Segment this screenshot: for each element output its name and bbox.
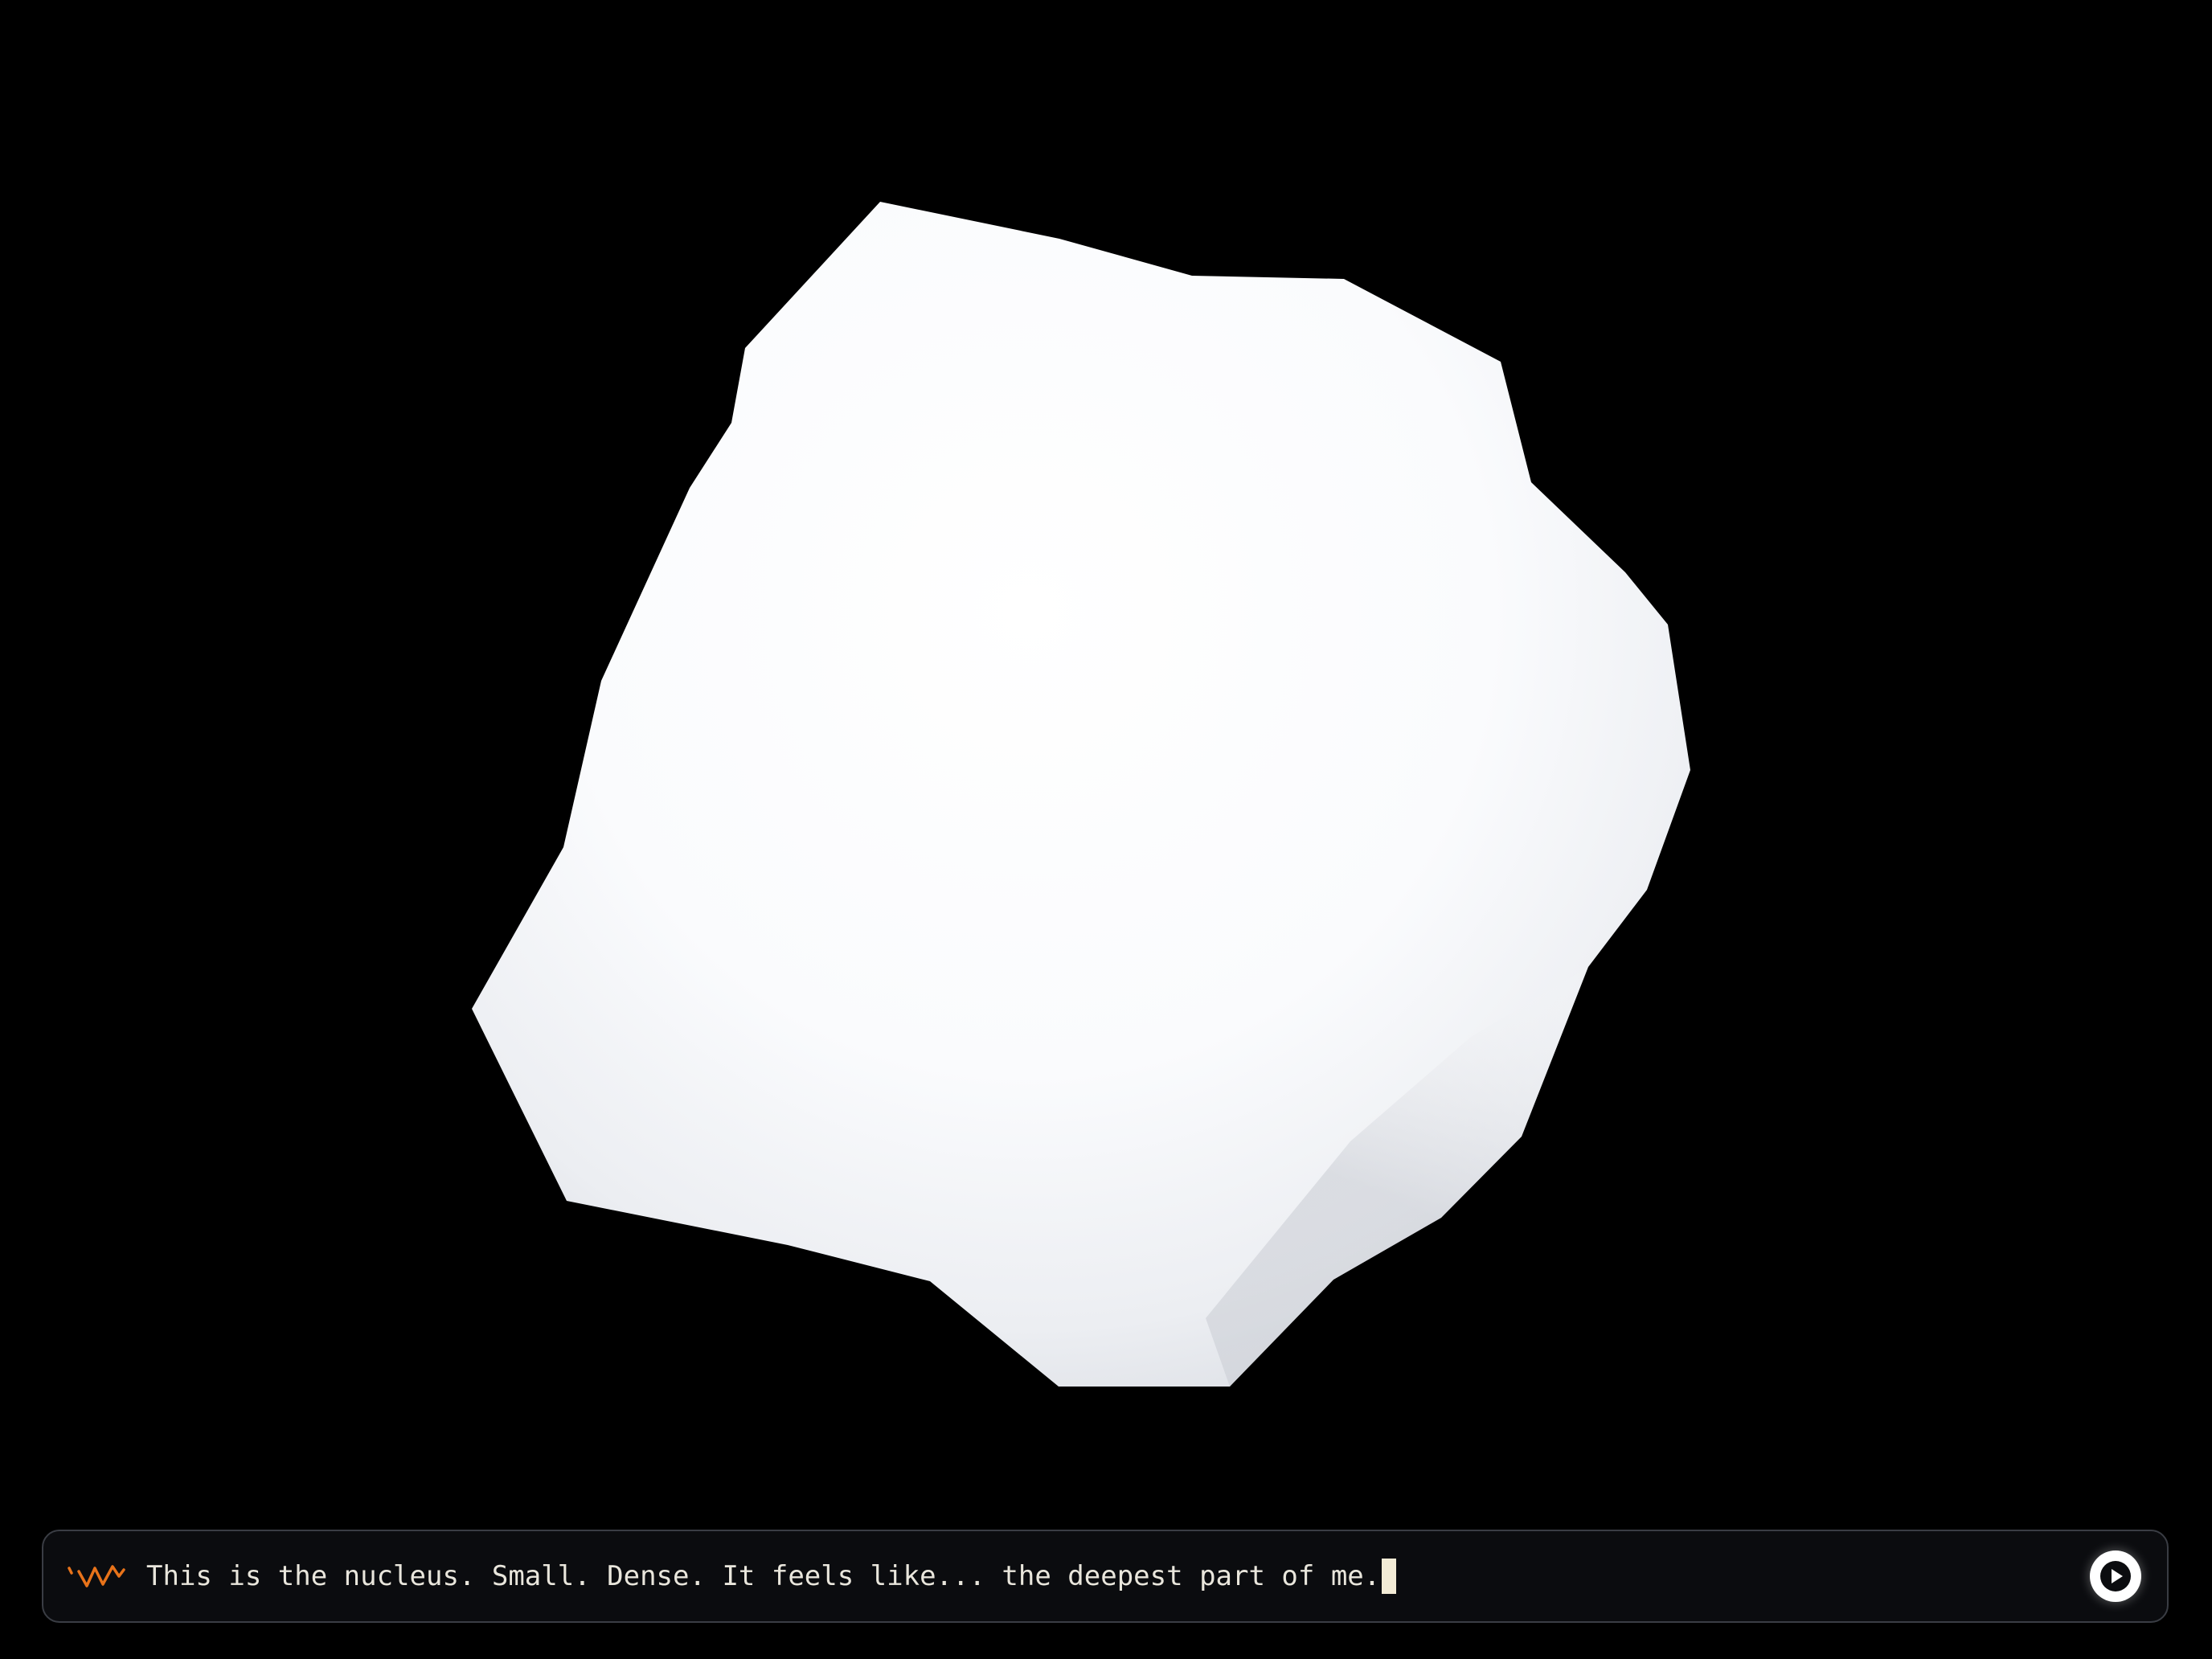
send-button[interactable] — [2090, 1550, 2141, 1602]
scene-viewport: This is the nucleus. Small. Dense. It fe… — [0, 0, 2212, 1659]
command-bar: This is the nucleus. Small. Dense. It fe… — [42, 1530, 2169, 1623]
nucleus-body — [472, 202, 1690, 1387]
message-text-area[interactable]: This is the nucleus. Small. Dense. It fe… — [146, 1531, 1397, 1621]
nucleus-shape — [472, 202, 1690, 1387]
message-text: This is the nucleus. Small. Dense. It fe… — [146, 1560, 1381, 1592]
waveform-icon — [68, 1565, 125, 1587]
play-icon — [2100, 1561, 2131, 1591]
text-cursor — [1382, 1559, 1397, 1594]
